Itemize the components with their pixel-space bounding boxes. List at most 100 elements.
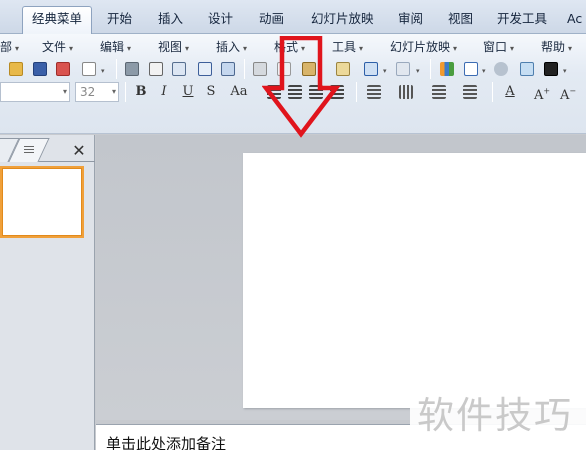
slide-layout-button[interactable] [169, 59, 189, 79]
toolbar-separator [356, 82, 357, 102]
dropdown-caret-icon: ▾ [510, 44, 515, 53]
dropdown-caret-icon[interactable]: ▾ [101, 67, 105, 75]
dropdown-caret-icon[interactable]: ▾ [563, 67, 567, 75]
font-color-icon: A [505, 84, 515, 99]
menu-slideshow[interactable]: 幻灯片放映 ▾ [390, 38, 457, 56]
tab-home[interactable]: 开始 [107, 8, 132, 32]
document-button[interactable] [79, 59, 99, 79]
insert-chart-button[interactable] [437, 59, 457, 79]
insert-table-button[interactable] [461, 59, 481, 79]
dropdown-caret-icon: ▾ [111, 87, 116, 96]
dropdown-caret-icon: ▾ [62, 87, 67, 96]
menu-window[interactable]: 窗口 ▾ [483, 38, 514, 56]
tab-classic-menu[interactable]: 经典菜单 [22, 6, 93, 35]
menu-file[interactable]: 文件 ▾ [42, 38, 73, 56]
italic-button[interactable]: I [154, 82, 174, 102]
table-icon [464, 62, 478, 76]
bullet-list-icon [432, 85, 446, 99]
tab-developer[interactable]: 开发工具 [497, 8, 547, 32]
document-icon [82, 62, 96, 76]
numbered-list-icon [463, 85, 477, 99]
annotation-arrow-icon [262, 36, 340, 138]
dropdown-caret-icon: ▾ [15, 44, 20, 53]
arrow-shape [262, 36, 340, 138]
grow-font-button[interactable]: A+ [532, 82, 552, 104]
toolbar-separator [492, 82, 493, 102]
bullets-button[interactable] [429, 82, 449, 102]
folder-open-icon [9, 62, 23, 76]
watermark-text: 软件技巧 [417, 394, 573, 437]
dropdown-caret-icon[interactable]: ▾ [383, 67, 387, 75]
undo-button[interactable] [361, 59, 381, 79]
fill-color-icon [544, 62, 558, 76]
menu-view[interactable]: 视图 ▾ [158, 38, 189, 56]
shadow-button[interactable]: S [201, 82, 221, 102]
dropdown-caret-icon: ▾ [568, 44, 573, 53]
change-case-button[interactable]: Aa [226, 82, 252, 102]
permission-button[interactable] [53, 59, 73, 79]
save-button[interactable] [30, 59, 50, 79]
tab-design[interactable]: 设计 [208, 8, 233, 32]
menu-edit[interactable]: 编辑 ▾ [100, 38, 131, 56]
menu-insert[interactable]: 插入 ▾ [216, 38, 247, 56]
text-direction-button[interactable] [396, 82, 416, 102]
print-icon [125, 62, 139, 76]
open-button[interactable] [6, 59, 26, 79]
shrink-font-button[interactable]: A− [558, 82, 578, 104]
tab-insert[interactable]: 插入 [158, 8, 183, 32]
font-color-button[interactable]: A [500, 82, 520, 102]
dropdown-caret-icon[interactable]: ▾ [416, 67, 420, 75]
tab-review[interactable]: 审阅 [398, 8, 423, 32]
tab-addins[interactable]: Ac [567, 8, 582, 32]
slide-canvas[interactable] [243, 153, 586, 408]
toolbar-separator [125, 82, 126, 102]
shrink-font-icon: A− [559, 87, 577, 104]
picture-icon [520, 62, 534, 76]
font-name-combo[interactable]: ▾ [0, 82, 70, 102]
underline-button[interactable]: U [178, 82, 198, 102]
toolbar-separator [116, 59, 117, 79]
chart-icon [440, 62, 454, 76]
insert-picture-button[interactable] [517, 59, 537, 79]
undo-icon [364, 62, 378, 76]
print-preview-button[interactable] [146, 59, 166, 79]
print-button[interactable] [122, 59, 142, 79]
print-preview-icon [149, 62, 163, 76]
close-icon: ✕ [72, 141, 86, 160]
spell-check-icon [198, 62, 212, 76]
tab-view[interactable]: 视图 [448, 8, 473, 32]
clipart-icon [494, 62, 508, 76]
research-button[interactable] [218, 59, 238, 79]
toolbar-separator [244, 59, 245, 79]
redo-icon [396, 62, 410, 76]
columns-icon [367, 85, 381, 99]
permission-icon [56, 62, 70, 76]
dropdown-caret-icon[interactable]: ▾ [482, 67, 486, 75]
text-direction-icon [399, 85, 413, 99]
close-pane-button[interactable]: ✕ [69, 141, 89, 161]
clipart-button[interactable] [491, 59, 511, 79]
notes-placeholder: 单击此处添加备注 [106, 435, 227, 450]
fill-color-button[interactable] [541, 59, 561, 79]
dropdown-caret-icon: ▾ [359, 44, 364, 53]
menu-all[interactable]: 部 ▾ [0, 38, 19, 56]
watermark: 软件技巧 [410, 383, 586, 437]
redo-button[interactable] [393, 59, 413, 79]
numbering-button[interactable] [460, 82, 480, 102]
dropdown-caret-icon: ▾ [185, 44, 190, 53]
tab-slideshow[interactable]: 幻灯片放映 [311, 8, 374, 32]
grow-font-icon: A+ [533, 87, 551, 104]
dropdown-caret-icon: ▾ [69, 44, 74, 53]
bold-button[interactable]: B [131, 82, 151, 102]
slide-thumbnail[interactable] [0, 166, 84, 238]
menu-help[interactable]: 帮助 ▾ [541, 38, 572, 56]
dropdown-caret-icon: ▾ [243, 44, 248, 53]
ribbon-tab-bar: 经典菜单 开始 插入 设计 动画 幻灯片放映 审阅 视图 开发工具 Ac [0, 0, 586, 35]
tab-animation[interactable]: 动画 [259, 8, 284, 32]
columns-button[interactable] [364, 82, 384, 102]
dropdown-caret-icon: ▾ [453, 44, 458, 53]
font-size-combo[interactable]: 32 ▾ [75, 82, 119, 102]
spell-check-button[interactable] [195, 59, 215, 79]
save-icon [33, 62, 47, 76]
pane-tabs: ✕ [0, 138, 95, 162]
